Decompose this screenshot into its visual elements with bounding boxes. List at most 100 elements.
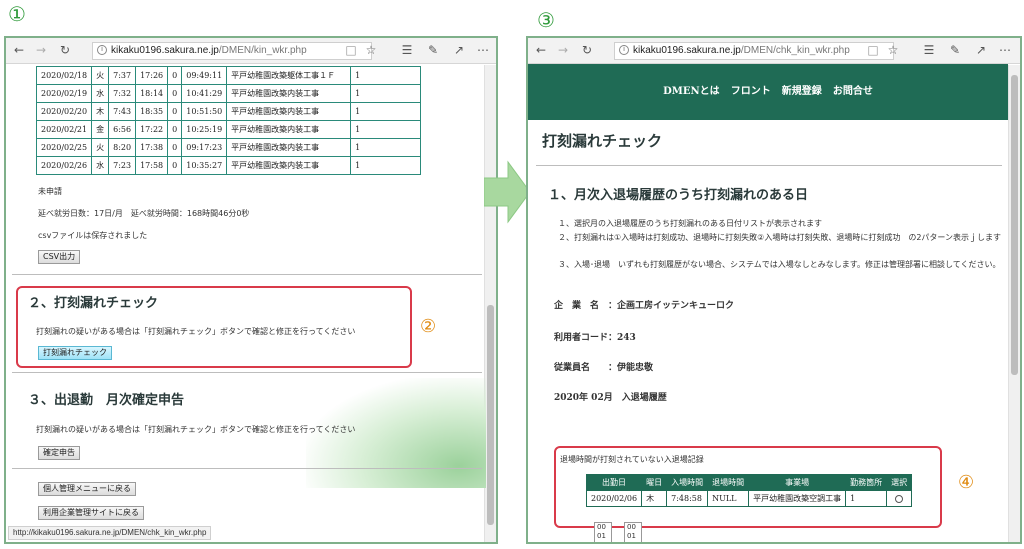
right-scrollbar[interactable] (1008, 65, 1020, 542)
step-marker-4: ④ (958, 472, 975, 493)
more-icon[interactable]: ⋯ (998, 43, 1012, 57)
cell-hours: 09:49:11 (181, 66, 228, 85)
nav-item-about[interactable]: DMENとは (663, 86, 720, 97)
forward-icon[interactable]: → (34, 43, 48, 57)
cell-end: 17:58 (135, 156, 169, 175)
cell-weekday: 火 (91, 138, 110, 157)
nav-item-contact[interactable]: お問合せ (833, 86, 873, 97)
description-1: １、選択月の入退場履歴のうち打刻漏れのある日付リストが表示されます (558, 219, 822, 228)
option-text: 01 (597, 532, 606, 540)
employee-name: 従業員名 ：伊能忠敬 (554, 363, 654, 373)
favorite-star-icon[interactable]: ☆ (886, 43, 900, 57)
table-cell: 1 (845, 490, 888, 507)
minute-select[interactable]: 00 01 (624, 522, 642, 542)
cell-end: 17:22 (135, 120, 169, 139)
cell-site: 平戸幼稚園改築内装工事 (226, 138, 352, 157)
cell-count: 1 (350, 138, 422, 157)
cell-date: 2020/02/21 (35, 120, 93, 139)
step-marker-1: ① (8, 2, 26, 26)
cell-hours: 09:17:23 (181, 138, 228, 157)
cell-count: 1 (350, 156, 422, 175)
section-1-title: １、月次入退場履歴のうち打刻漏れのある日 (548, 188, 809, 203)
divider (536, 165, 1002, 166)
reading-view-icon[interactable]: □ (344, 43, 358, 57)
cell-weekday: 木 (91, 102, 110, 121)
pen-icon[interactable]: ✎ (948, 43, 962, 57)
cell-end: 17:26 (135, 66, 169, 85)
nav-item-register[interactable]: 新規登録 (782, 86, 822, 97)
divider (12, 274, 482, 275)
right-scroll-thumb[interactable] (1011, 75, 1018, 375)
back-to-personal-menu-button[interactable]: 個人管理メニューに戻る (38, 482, 136, 496)
cell-break: 0 (167, 156, 183, 175)
cell-weekday: 水 (91, 156, 110, 175)
cell-hours: 10:51:50 (181, 102, 228, 121)
nav-item-front[interactable]: フロント (731, 86, 771, 97)
cell-weekday: 金 (91, 120, 110, 139)
site-nav-bar: DMENとは フロント 新規登録 お問合せ (528, 64, 1008, 120)
option-text: 00 (597, 523, 606, 531)
back-icon[interactable]: ← (534, 43, 548, 57)
cell-count: 1 (350, 66, 422, 85)
divider (12, 468, 482, 469)
pen-icon[interactable]: ✎ (426, 43, 440, 57)
cell-count: 1 (350, 102, 422, 121)
confirm-report-button[interactable]: 確定申告 (38, 446, 80, 460)
dakoku-check-button[interactable]: 打刻漏れチェック (38, 346, 112, 360)
table-row: 2020/02/20 木 7:43 18:35 0 10:51:50 平戸幼稚園改築内装工事… (35, 102, 422, 121)
favorites-list-icon[interactable]: ☰ (400, 43, 414, 57)
right-browser-toolbar: ← → ↻ i kikaku0196.sakura.ne.jp/DMEN/chk… (528, 38, 1020, 64)
hour-select[interactable]: 00 01 (594, 522, 612, 542)
table-cell: 木 (641, 490, 668, 507)
refresh-icon[interactable]: ↻ (58, 43, 72, 57)
refresh-icon[interactable]: ↻ (580, 43, 594, 57)
favorites-list-icon[interactable]: ☰ (922, 43, 936, 57)
share-icon[interactable]: ↗ (452, 43, 466, 57)
url-host: kikaku0196.sakura.ne.jp (633, 45, 741, 56)
address-bar[interactable]: i kikaku0196.sakura.ne.jp/DMEN/chk_kin_w… (614, 42, 894, 60)
table-row: 2020/02/26 水 7:23 17:58 0 10:35:27 平戸幼稚園改築内装工事… (35, 156, 422, 175)
share-icon[interactable]: ↗ (974, 43, 988, 57)
section-2-text: 打刻漏れの疑いがある場合は「打刻漏れチェック」ボタンで確認と修正を行ってください (36, 327, 356, 336)
back-icon[interactable]: ← (12, 43, 26, 57)
table-cell: 7:48:58 (666, 490, 709, 507)
cell-site: 平戸幼稚園改築内装工事 (226, 120, 352, 139)
column-header: 選択 (886, 474, 913, 491)
status-bar-url: http://kikaku0196.sakura.ne.jp/DMEN/chk_… (8, 526, 212, 540)
section-3-title: ３、出退勤 月次確定申告 (28, 393, 185, 408)
transition-arrow (484, 160, 531, 224)
step-marker-3: ③ (537, 8, 555, 32)
column-header: 事業場 (748, 474, 847, 491)
address-bar[interactable]: i kikaku0196.sakura.ne.jp/DMEN/kin_wkr.p… (92, 42, 372, 60)
section-2-title: ２、打刻漏れチェック (28, 296, 159, 311)
right-browser-window: ← → ↻ i kikaku0196.sakura.ne.jp/DMEN/chk… (526, 36, 1022, 544)
select-radio[interactable] (895, 495, 904, 503)
cell-start: 6:56 (108, 120, 137, 139)
cell-break: 0 (167, 138, 183, 157)
favorite-star-icon[interactable]: ☆ (364, 43, 378, 57)
back-to-company-site-button[interactable]: 利用企業管理サイトに戻る (38, 506, 144, 520)
cell-end: 17:38 (135, 138, 169, 157)
more-icon[interactable]: ⋯ (476, 43, 490, 57)
cell-start: 7:43 (108, 102, 137, 121)
cell-break: 0 (167, 84, 183, 103)
cell-hours: 10:25:19 (181, 120, 228, 139)
cell-date: 2020/02/25 (35, 138, 93, 157)
table-row: 2020/02/19 水 7:32 18:14 0 10:41:29 平戸幼稚園改築内装工事… (35, 84, 422, 103)
csv-output-button[interactable]: CSV出力 (38, 250, 81, 264)
left-scroll-thumb[interactable] (487, 305, 494, 525)
forward-icon[interactable]: → (556, 43, 570, 57)
cell-date: 2020/02/26 (35, 156, 93, 175)
table-row: 2020/02/25 火 8:20 17:38 0 09:17:23 平戸幼稚園改築内装工事… (35, 138, 422, 157)
cell-site: 平戸幼稚園改築内装工事 (226, 84, 352, 103)
reading-view-icon[interactable]: □ (866, 43, 880, 57)
left-browser-toolbar: ← → ↻ i kikaku0196.sakura.ne.jp/DMEN/kin… (6, 38, 496, 64)
table-cell: 平戸幼稚園改築空調工事 (748, 490, 847, 507)
cell-weekday: 火 (91, 66, 110, 85)
cell-start: 7:37 (108, 66, 137, 85)
select-radio-cell[interactable] (886, 490, 913, 507)
description-2: ２、打刻漏れは①入場時は打刻成功、退場時に打刻失敗②入場時は打刻失敗、退場時に打… (558, 233, 1002, 242)
cell-count: 1 (350, 120, 422, 139)
missing-records-caption: 退場時間が打刻されていない入退場記録 (560, 455, 704, 464)
description-3: ３、入場･退場 いずれも打刻履歴がない場合、システムでは入場なしとみなします。修… (558, 260, 1001, 269)
